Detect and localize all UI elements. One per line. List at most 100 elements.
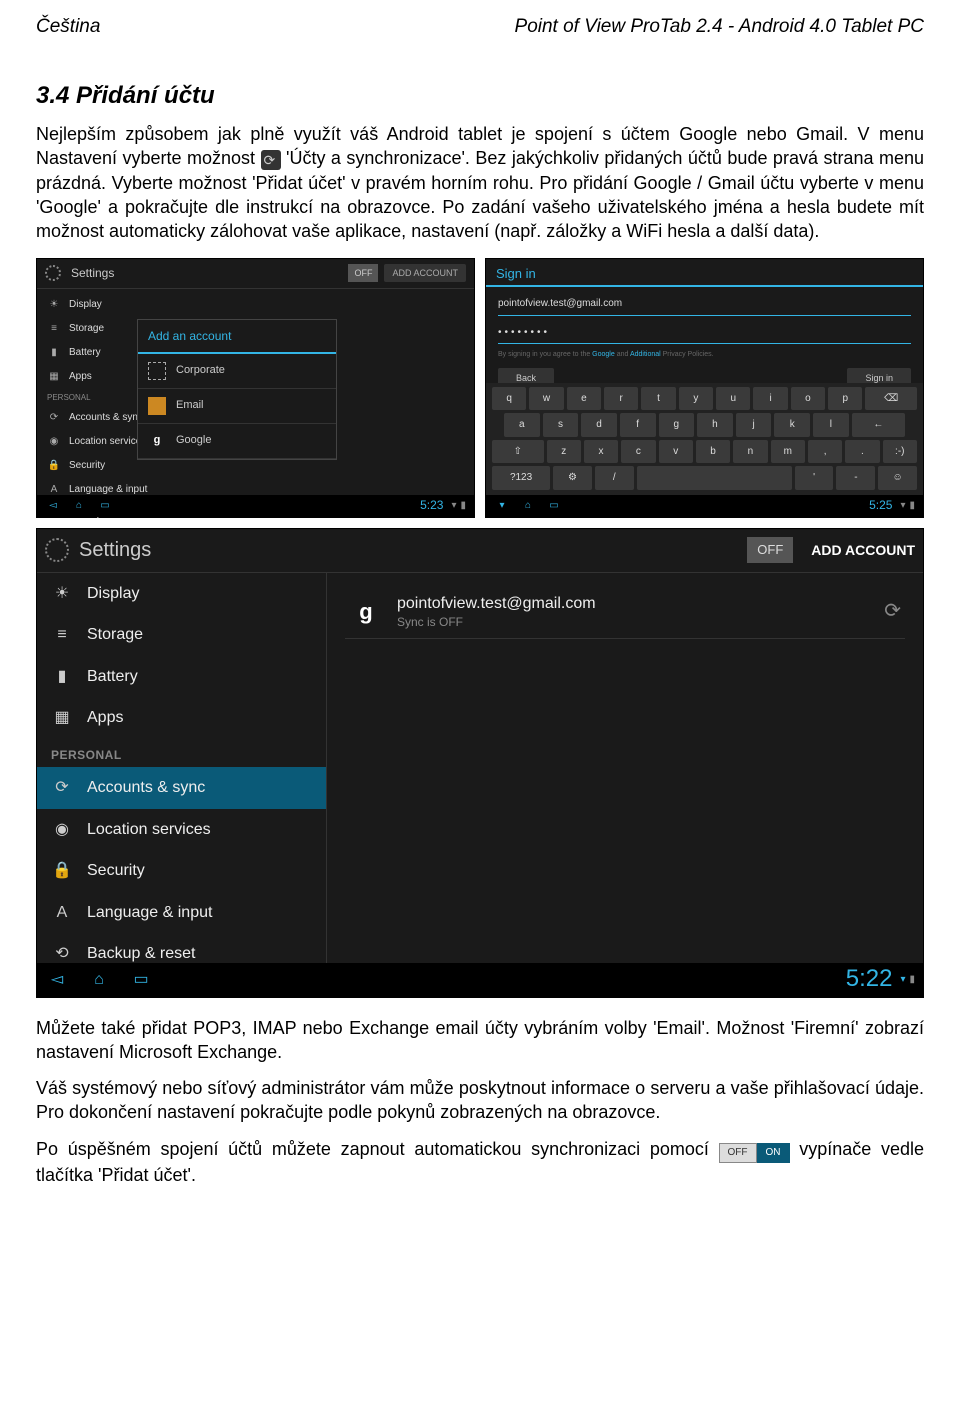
key-☺[interactable]: ☺ <box>878 466 917 490</box>
key-⌫[interactable]: ⌫ <box>865 387 917 411</box>
additional-link[interactable]: Additional <box>630 351 661 358</box>
key-:-)[interactable]: :-) <box>883 440 917 464</box>
key-z[interactable]: z <box>547 440 581 464</box>
off-on-toggle: OFFON <box>719 1137 790 1163</box>
add-account-popup: Add an account Corporate Email gGoogle <box>137 319 337 460</box>
key-/[interactable]: / <box>595 466 634 490</box>
sync-now-icon[interactable]: ⟳ <box>884 598 901 625</box>
location-icon: ◉ <box>47 434 61 448</box>
legal-text: By signing in you agree to the Google an… <box>498 350 911 359</box>
key-k[interactable]: k <box>774 413 810 437</box>
key-m[interactable]: m <box>771 440 805 464</box>
back-icon[interactable]: ▾ <box>494 499 510 513</box>
settings-sidebar: ☀Display≡Storage▮Battery▦Apps PERSONAL ⟳… <box>37 573 327 963</box>
wifi-icon: ▾ <box>900 973 905 987</box>
password-field[interactable]: •••••••• <box>498 322 911 345</box>
recents-icon[interactable]: ▭ <box>129 969 153 991</box>
key-←[interactable]: ← <box>852 413 905 437</box>
settings-top-bar: Settings OFF ADD ACCOUNT <box>37 529 923 573</box>
storage-icon: ≡ <box>51 624 73 646</box>
key-c[interactable]: c <box>621 440 655 464</box>
popup-option-corporate[interactable]: Corporate <box>138 354 336 389</box>
accounts-sync-icon: ⟳ <box>51 777 73 799</box>
location-services-icon: ◉ <box>51 819 73 841</box>
gear-icon <box>45 538 69 562</box>
popup-option-google[interactable]: gGoogle <box>138 424 336 459</box>
paragraph-4: Po úspěšném spojení účtů můžete zapnout … <box>36 1137 924 1187</box>
key-⇧[interactable]: ⇧ <box>492 440 544 464</box>
sidebar-item-display[interactable]: ☀Display <box>37 293 474 317</box>
settings-top-bar: Settings OFF ADD ACCOUNT <box>37 259 474 289</box>
key-p[interactable]: p <box>828 387 862 411</box>
nav-bar: ▾ ⌂ ▭ 5:25 ▾ ▮ <box>486 495 923 517</box>
key-t[interactable]: t <box>641 387 675 411</box>
sidebar-item-security[interactable]: 🔒Security <box>37 850 326 892</box>
recents-icon[interactable]: ▭ <box>546 499 562 513</box>
popup-option-email[interactable]: Email <box>138 389 336 424</box>
sync-toggle[interactable]: OFF <box>747 537 793 563</box>
header-right: Point of View ProTab 2.4 - Android 4.0 T… <box>515 14 924 40</box>
keyboard: qwertyuiop⌫ asdfghjkl← ⇧zxcvbnm,.:-) ?12… <box>486 383 923 495</box>
paragraph-1: Nejlepším způsobem jak plně využít váš A… <box>36 122 924 243</box>
key-w[interactable]: w <box>529 387 563 411</box>
key-a[interactable]: a <box>504 413 540 437</box>
key-e[interactable]: e <box>567 387 601 411</box>
key-q[interactable]: q <box>492 387 526 411</box>
sidebar-item-apps[interactable]: ▦Apps <box>37 697 326 739</box>
header-left: Čeština <box>36 14 100 40</box>
sidebar-item-location-services[interactable]: ◉Location services <box>37 809 326 851</box>
key-f[interactable]: f <box>620 413 656 437</box>
back-icon[interactable]: ◅ <box>45 499 61 513</box>
key-n[interactable]: n <box>733 440 767 464</box>
sidebar-item-storage[interactable]: ≡Storage <box>37 614 326 656</box>
sync-icon: ⟳ <box>47 410 61 424</box>
sidebar-item-language-input[interactable]: ALanguage & input <box>37 892 326 934</box>
paragraph-2: Můžete také přidat POP3, IMAP nebo Excha… <box>36 1016 924 1065</box>
sync-icon <box>261 150 281 170</box>
sidebar-item-battery[interactable]: ▮Battery <box>37 656 326 698</box>
battery-status-icon: ▮ <box>460 499 466 513</box>
key-o[interactable]: o <box>791 387 825 411</box>
key--[interactable]: - <box>836 466 875 490</box>
sidebar-item-accounts-sync[interactable]: ⟳Accounts & sync <box>37 767 326 809</box>
popup-title: Add an account <box>138 320 336 354</box>
key-h[interactable]: h <box>697 413 733 437</box>
key-g[interactable]: g <box>659 413 695 437</box>
google-link[interactable]: Google <box>592 351 615 358</box>
key-v[interactable]: v <box>659 440 693 464</box>
home-icon[interactable]: ⌂ <box>520 499 536 513</box>
key-y[interactable]: y <box>679 387 713 411</box>
back-icon[interactable]: ◅ <box>45 969 69 991</box>
key-space[interactable] <box>637 466 792 490</box>
key-s[interactable]: s <box>543 413 579 437</box>
add-account-button[interactable]: ADD ACCOUNT <box>811 541 915 560</box>
key-r[interactable]: r <box>604 387 638 411</box>
home-icon[interactable]: ⌂ <box>71 499 87 513</box>
key-,[interactable]: , <box>808 440 842 464</box>
add-account-button[interactable]: ADD ACCOUNT <box>384 264 466 282</box>
recents-icon[interactable]: ▭ <box>97 499 113 513</box>
key-l[interactable]: l <box>813 413 849 437</box>
google-icon: g <box>148 432 166 450</box>
toggle-off[interactable]: OFF <box>348 264 378 282</box>
key-b[interactable]: b <box>696 440 730 464</box>
key-⚙[interactable]: ⚙ <box>553 466 592 490</box>
clock: 5:22 <box>846 963 893 995</box>
key-j[interactable]: j <box>736 413 772 437</box>
account-row[interactable]: g pointofview.test@gmail.com Sync is OFF… <box>345 585 905 640</box>
key-.[interactable]: . <box>845 440 879 464</box>
section-title: 3.4 Přidání účtu <box>36 80 924 112</box>
account-email: pointofview.test@gmail.com <box>397 593 884 615</box>
wifi-icon: ▾ <box>900 499 905 513</box>
google-icon: g <box>349 594 383 628</box>
key-i[interactable]: i <box>753 387 787 411</box>
key-?123[interactable]: ?123 <box>492 466 550 490</box>
key-u[interactable]: u <box>716 387 750 411</box>
key-x[interactable]: x <box>584 440 618 464</box>
email-field[interactable]: pointofview.test@gmail.com <box>498 293 911 316</box>
key-d[interactable]: d <box>581 413 617 437</box>
sidebar-item-display[interactable]: ☀Display <box>37 573 326 615</box>
clock: 5:23 <box>420 497 443 513</box>
home-icon[interactable]: ⌂ <box>87 969 111 991</box>
key-'[interactable]: ' <box>795 466 834 490</box>
